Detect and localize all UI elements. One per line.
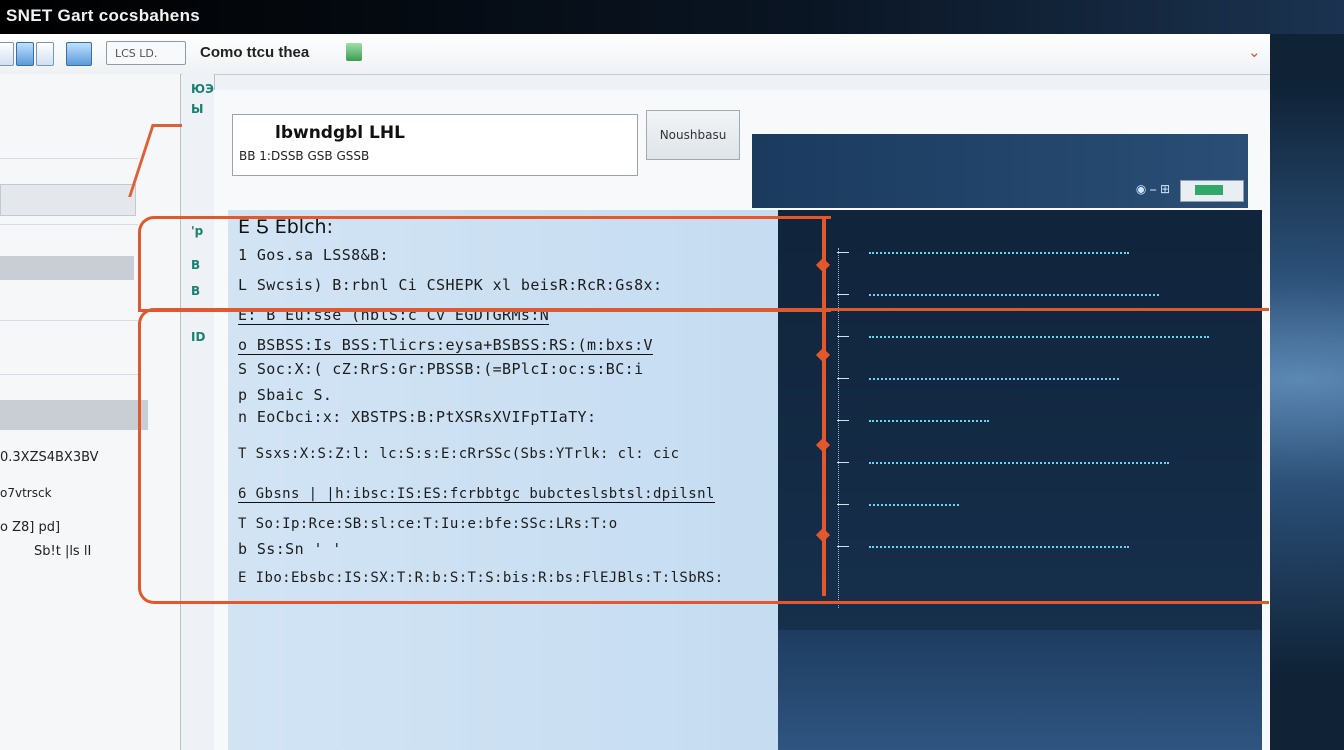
- console-line: [869, 294, 1159, 296]
- header-title: lbwndgbl LHL: [275, 123, 405, 143]
- left-panel-row[interactable]: [0, 128, 138, 159]
- left-panel-input[interactable]: [0, 184, 136, 216]
- toolbar-page-icon[interactable]: [36, 42, 54, 66]
- left-panel-text: o7vtrsck: [0, 486, 52, 500]
- document-title: Como ttcu thea: [200, 44, 310, 61]
- console-tick: [837, 252, 849, 253]
- panel-status-badge: [1180, 180, 1244, 202]
- gutter-marker[interactable]: ЮЭ: [191, 82, 214, 96]
- toolbar-field[interactable]: LCS LD.: [106, 41, 186, 65]
- console-tick: [837, 294, 849, 295]
- toolbar-folder-icon[interactable]: [66, 42, 92, 66]
- console-footer: [778, 630, 1262, 750]
- toolbar-save-icon[interactable]: [16, 42, 34, 66]
- toolbar: LCS LD. Como ttcu thea ⌄: [0, 34, 1270, 75]
- gutter-marker[interactable]: Ы: [191, 102, 203, 116]
- console-line: [869, 252, 1129, 254]
- left-panel-row[interactable]: [0, 280, 138, 321]
- left-panel-text: o Z8] pd]: [0, 520, 61, 535]
- left-panel-text: 0.3XZS4BX3BV: [0, 450, 99, 465]
- left-panel-text: Sb!t |ls lI: [34, 544, 92, 559]
- header-button[interactable]: Noushbasu: [646, 110, 740, 160]
- left-panel-bar: [0, 400, 148, 430]
- header-subtitle: BB 1:DSSB GSB GSSB: [239, 149, 370, 163]
- chevron-down-icon[interactable]: ⌄: [1248, 43, 1261, 61]
- annotation-highlight-top: [138, 216, 831, 312]
- title-bar: SNET Gart cocsbahens: [0, 0, 1344, 34]
- panel-toggle-icon[interactable]: ◉ ⎯ ⊞: [1136, 182, 1170, 197]
- left-panel-bar: [0, 256, 134, 280]
- dark-panel: ◉ ⎯ ⊞: [752, 134, 1248, 208]
- app-title: SNET Gart cocsbahens: [6, 6, 201, 25]
- toolbar-file-icon[interactable]: [0, 42, 14, 66]
- document-badge-icon: [346, 43, 362, 61]
- header-box: lbwndgbl LHL BB 1:DSSB GSB GSSB: [232, 114, 638, 176]
- left-panel-row[interactable]: [0, 334, 138, 375]
- annotation-highlight-bottom: [138, 308, 1269, 604]
